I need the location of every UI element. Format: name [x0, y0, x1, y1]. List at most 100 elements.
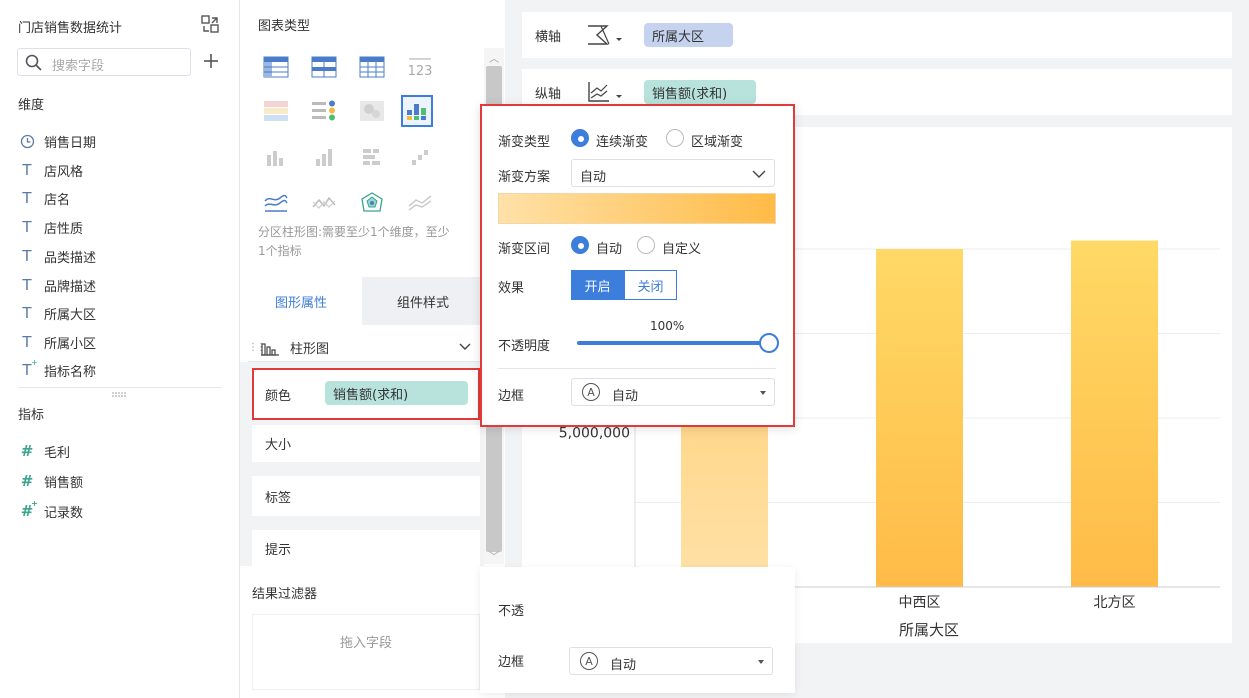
waterfall-chart-icon[interactable] [404, 141, 436, 173]
detail-table-icon[interactable] [356, 51, 388, 83]
stacked-bar-icon[interactable] [308, 141, 340, 173]
bar-中西区[interactable] [876, 249, 963, 587]
horizontal-bar-icon[interactable] [356, 141, 388, 173]
chart-type-hint: 分区柱形图:需要至少1个维度，至少 [258, 225, 450, 239]
multi-line-icon[interactable] [404, 187, 436, 219]
chart-type-hint-2: 1个指标 [258, 244, 302, 258]
field-item[interactable]: T 所属小区 [18, 330, 218, 354]
border-select[interactable]: A 自动 [571, 378, 775, 406]
opacity-slider-handle[interactable] [759, 333, 779, 353]
number-card-icon[interactable] [260, 95, 292, 127]
field-item[interactable]: # 毛利 [18, 439, 218, 463]
field-label: 品牌描述 [44, 279, 97, 295]
tab-component-style[interactable]: 组件样式 [362, 277, 484, 325]
table-chart-icon[interactable] [260, 51, 292, 83]
field-item[interactable]: T 品类描述 [18, 244, 218, 268]
region-gradient-label[interactable]: 区域渐变 [691, 131, 743, 150]
gradient-scheme-value: 自动 [580, 170, 607, 185]
size-property-label: 大小 [265, 438, 292, 453]
field-label: 店名 [44, 192, 71, 208]
field-item[interactable]: # + 记录数 [18, 499, 218, 523]
popup-divider [498, 368, 776, 369]
bar-chart-icon[interactable] [260, 141, 292, 173]
field-label: 记录数 [44, 505, 84, 521]
line-chart-icon[interactable] [308, 187, 340, 219]
result-filter-dropzone[interactable]: 拖入字段 [252, 614, 480, 690]
color-property-row[interactable]: 颜色 销售额(求和) [252, 368, 480, 420]
effect-label: 效果 [498, 281, 525, 296]
radio-range-custom[interactable] [637, 236, 655, 254]
field-label: 店风格 [44, 164, 84, 180]
text-calc-field-icon: T + [22, 358, 38, 379]
drag-dots-icon: ⋮⋮ [248, 342, 266, 353]
x-tick-label: 中西区 [899, 595, 941, 611]
tab-graphic-properties[interactable]: 图形属性 [240, 277, 362, 325]
range-custom-label[interactable]: 自定义 [662, 238, 701, 257]
area-chart-icon[interactable] [260, 187, 292, 219]
panel-splitter[interactable] [18, 387, 222, 388]
size-property-row[interactable]: 大小 [252, 425, 480, 462]
radio-continuous-gradient[interactable] [571, 129, 589, 147]
cross-table-icon[interactable] [308, 51, 340, 83]
text-field-icon: T [22, 333, 32, 351]
svg-text:123: 123 [408, 64, 433, 78]
field-item[interactable]: T 品牌描述 [18, 273, 218, 297]
gradient-preview-bar [498, 193, 776, 224]
chevron-down-icon [459, 343, 471, 350]
color-field-pill[interactable]: 销售额(求和) [325, 381, 468, 405]
kpi-number-icon[interactable]: 123 [404, 51, 436, 83]
field-item[interactable]: T 店性质 [18, 215, 218, 239]
text-field-icon: T [22, 189, 32, 207]
radar-chart-icon[interactable] [356, 187, 388, 219]
chart-subtype-select[interactable]: ⋮⋮ 柱形图 [248, 334, 482, 362]
bar-北方区[interactable] [1071, 240, 1158, 588]
color-table-icon[interactable] [308, 95, 340, 127]
field-label: 店性质 [44, 221, 84, 237]
border-value: 自动 [610, 658, 637, 673]
axis-sort-icon[interactable] [585, 22, 625, 48]
field-item[interactable]: T + 指标名称 [18, 358, 218, 382]
continuous-gradient-label[interactable]: 连续渐变 [596, 131, 648, 150]
field-item[interactable]: T 店风格 [18, 158, 218, 182]
add-field-icon[interactable] [203, 53, 219, 69]
switch-dataset-icon[interactable] [201, 15, 219, 33]
effect-off-button[interactable]: 关闭 [624, 270, 677, 300]
partition-bar-chart-icon[interactable] [401, 95, 433, 127]
text-field-icon: T [22, 161, 32, 179]
result-filter-title: 结果过滤器 [252, 587, 318, 602]
y-axis-field-pill[interactable]: 销售额(求和) [644, 80, 756, 104]
config-tabs: 图形属性 组件样式 [240, 277, 484, 325]
label-property-row[interactable]: 标签 [252, 476, 480, 516]
font-auto-icon: A [580, 652, 598, 670]
number-calc-field-icon: # + [20, 499, 38, 520]
text-field-icon: T [22, 218, 32, 236]
field-item[interactable]: T 所属大区 [18, 301, 218, 325]
opacity-slider[interactable] [577, 333, 779, 353]
field-item[interactable]: T 店名 [18, 186, 218, 210]
axis-sort-icon[interactable] [585, 79, 625, 105]
caret-down-icon [760, 391, 766, 395]
clock-icon [18, 132, 36, 150]
range-auto-label[interactable]: 自动 [596, 238, 622, 257]
gradient-scheme-select[interactable]: 自动 [571, 159, 775, 187]
effect-on-button[interactable]: 开启 [571, 270, 624, 300]
chevron-up-icon[interactable]: ︿ [489, 50, 499, 65]
gradient-range-label: 渐变区间 [498, 242, 551, 257]
drag-handle-icon[interactable] [111, 392, 127, 397]
field-search-input[interactable]: 搜索字段 [17, 48, 191, 76]
radio-range-auto[interactable] [571, 236, 589, 254]
x-axis-field-pill[interactable]: 所属大区 [644, 23, 733, 47]
chevron-down-icon[interactable]: ﹀ [489, 548, 499, 563]
heatmap-chart-icon[interactable] [356, 95, 388, 127]
field-item[interactable]: 销售日期 [18, 129, 218, 153]
border-select[interactable]: A 自动 [569, 647, 773, 675]
border-label: 边框 [498, 655, 525, 670]
field-item[interactable]: # 销售额 [18, 469, 218, 493]
radio-region-gradient[interactable] [666, 129, 684, 147]
color-property-label: 颜色 [265, 389, 292, 404]
field-label: 品类描述 [44, 250, 97, 266]
text-field-icon: T [22, 276, 32, 294]
filter-dropzone-placeholder: 拖入字段 [339, 636, 392, 651]
tooltip-property-row[interactable]: 提示 [252, 530, 480, 566]
y-tick-label: 5,000,000 [559, 426, 630, 442]
